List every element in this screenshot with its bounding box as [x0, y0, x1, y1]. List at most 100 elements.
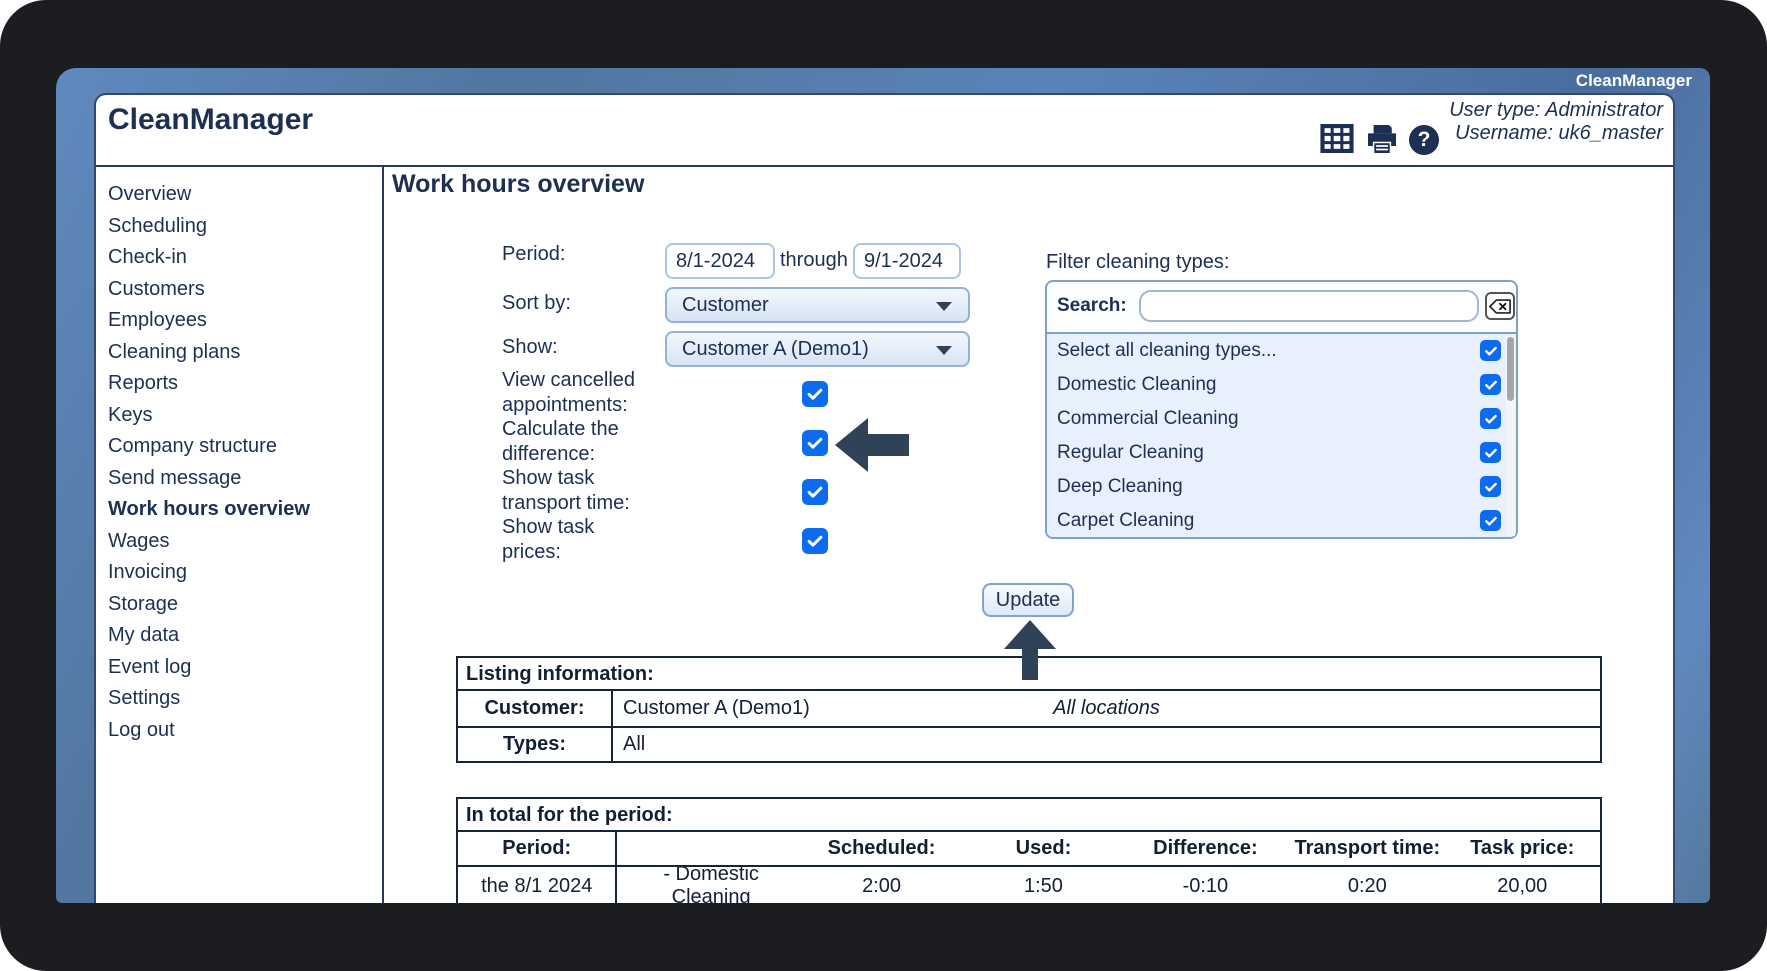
show-dropdown[interactable]: Customer A (Demo1): [665, 331, 970, 367]
cleaning-type-checkbox[interactable]: [1480, 340, 1501, 361]
table-cell: 0:20: [1347, 874, 1387, 897]
column-header: Difference:: [1153, 837, 1258, 859]
show-value: Customer A (Demo1): [682, 338, 869, 360]
column-header: [617, 832, 796, 865]
printer-icon[interactable]: [1365, 125, 1399, 158]
calculate-difference-label: Calculate the difference:: [502, 418, 619, 465]
filter-scrollbar[interactable]: [1506, 335, 1515, 536]
sidebar-item[interactable]: Employees: [108, 305, 310, 337]
sidebar-item[interactable]: Keys: [108, 400, 310, 432]
update-button[interactable]: Update: [982, 583, 1074, 617]
cleaning-type-label: Commercial Cleaning: [1057, 408, 1239, 429]
cleaning-type-row[interactable]: Domestic Cleaning: [1047, 368, 1516, 402]
totals-title: In total for the period:: [458, 799, 1600, 832]
totals-table: In total for the period: Period: Schedul…: [456, 797, 1602, 903]
sidebar-item[interactable]: Event log: [108, 652, 310, 684]
browser-chrome-title: CleanManager: [1575, 71, 1692, 90]
sidebar-item[interactable]: Storage: [108, 589, 310, 621]
calculate-difference-checkbox[interactable]: [802, 430, 828, 456]
period-from-input[interactable]: [665, 243, 775, 279]
cleaning-type-checkbox[interactable]: [1480, 510, 1501, 531]
sidebar-item[interactable]: Customers: [108, 274, 310, 306]
listing-row-value: Customer A (Demo1): [623, 697, 810, 719]
cleaning-type-label: Domestic Cleaning: [1057, 374, 1217, 395]
page-title: Work hours overview: [392, 170, 645, 198]
task-prices-label: Show task prices:: [502, 516, 595, 563]
totals-header-row: Period: Scheduled: Used: Difference: Tra…: [458, 832, 1600, 867]
sidebar-item[interactable]: Cleaning plans: [108, 337, 310, 369]
cleaning-type-label: Select all cleaning types...: [1057, 340, 1277, 361]
username-text: Username: uk6_master: [1455, 122, 1663, 144]
sidebar-item[interactable]: Work hours overview: [108, 494, 310, 526]
sidebar-divider: [382, 167, 384, 903]
clear-search-button[interactable]: [1485, 292, 1515, 320]
cleaning-type-row[interactable]: Select all cleaning types...: [1047, 334, 1516, 368]
sidebar-item[interactable]: Settings: [108, 683, 310, 715]
sort-by-label: Sort by:: [502, 292, 571, 314]
help-icon[interactable]: ?: [1409, 125, 1439, 155]
chevron-down-icon: [936, 302, 952, 311]
search-label: Search:: [1057, 295, 1127, 316]
cleaning-type-checkbox[interactable]: [1480, 408, 1501, 429]
scrollbar-thumb[interactable]: [1507, 337, 1514, 401]
left-arrow-annotation: [835, 418, 909, 477]
table-row: the 8/1 2024 - Domestic Cleaning 2:00 1:…: [458, 863, 1600, 903]
cleaning-type-label: Carpet Cleaning: [1057, 510, 1195, 531]
header-divider: [96, 165, 1673, 167]
through-label: through: [780, 249, 848, 271]
user-type-text: User type: Administrator: [1449, 99, 1663, 121]
sidebar-item[interactable]: Scheduling: [108, 211, 310, 243]
sidebar-item[interactable]: Reports: [108, 368, 310, 400]
sidebar-item[interactable]: Invoicing: [108, 557, 310, 589]
app-panel: CleanManager ? User type: Administrator: [94, 93, 1675, 903]
table-cell: 1:50: [1023, 874, 1063, 897]
sidebar-item[interactable]: Log out: [108, 715, 310, 747]
sort-by-dropdown[interactable]: Customer: [665, 287, 970, 323]
search-input[interactable]: [1139, 290, 1479, 322]
column-header: Task price:: [1470, 837, 1575, 859]
cleaning-type-checkbox[interactable]: [1480, 476, 1501, 497]
column-header: Scheduled:: [827, 837, 936, 859]
task-prices-checkbox[interactable]: [802, 528, 828, 554]
cleaning-type-checkbox[interactable]: [1480, 374, 1501, 395]
cleaning-type-list: Select all cleaning types... Domestic Cl…: [1047, 334, 1516, 537]
sort-by-value: Customer: [682, 294, 769, 316]
cleaning-type-row[interactable]: Carpet Cleaning: [1047, 504, 1516, 537]
browser-window: CleanManager CleanManager ? User type: A…: [56, 68, 1710, 903]
listing-row-label: Types:: [458, 728, 613, 761]
period-label: Period:: [502, 243, 566, 265]
column-header: Period:: [458, 832, 618, 865]
cleaning-type-checkbox[interactable]: [1480, 442, 1501, 463]
sidebar-item[interactable]: Wages: [108, 526, 310, 558]
cleaning-type-label: Regular Cleaning: [1057, 442, 1204, 463]
sidebar-item[interactable]: Overview: [108, 179, 310, 211]
cleaning-type-row[interactable]: Deep Cleaning: [1047, 470, 1516, 504]
user-info: User type: Administrator Username: uk6_m…: [1449, 99, 1663, 145]
table-cell: 20,00: [1497, 874, 1548, 897]
view-cancelled-label: View cancelled appointments:: [502, 369, 636, 416]
chevron-down-icon: [936, 346, 952, 355]
column-header: Used:: [1015, 837, 1072, 859]
backspace-icon: [1489, 298, 1511, 314]
sidebar-item[interactable]: Check-in: [108, 242, 310, 274]
app-logo-title: CleanManager: [108, 103, 314, 136]
device-frame: CleanManager CleanManager ? User type: A…: [0, 0, 1767, 971]
sidebar-item[interactable]: Company structure: [108, 431, 310, 463]
transport-time-checkbox[interactable]: [802, 479, 828, 505]
sidebar-item[interactable]: Send message: [108, 463, 310, 495]
sidebar-item[interactable]: My data: [108, 620, 310, 652]
table-row: Types: All: [458, 726, 1600, 761]
period-to-input[interactable]: [853, 243, 961, 279]
table-grid-icon[interactable]: [1320, 124, 1354, 158]
listing-row-value: All: [623, 733, 646, 755]
column-header: Transport time:: [1294, 837, 1441, 859]
sidebar-nav: Overview Scheduling Check-in Customers Emplo…: [108, 179, 310, 746]
table-cell: - Domestic Cleaning: [663, 863, 759, 903]
table-cell: the 8/1 2024: [458, 867, 618, 903]
table-cell: -0:10: [1182, 874, 1229, 897]
view-cancelled-checkbox[interactable]: [802, 381, 828, 407]
transport-time-label: Show task transport time:: [502, 467, 630, 514]
cleaning-type-row[interactable]: Commercial Cleaning: [1047, 402, 1516, 436]
cleaning-type-label: Deep Cleaning: [1057, 476, 1183, 497]
cleaning-type-row[interactable]: Regular Cleaning: [1047, 436, 1516, 470]
